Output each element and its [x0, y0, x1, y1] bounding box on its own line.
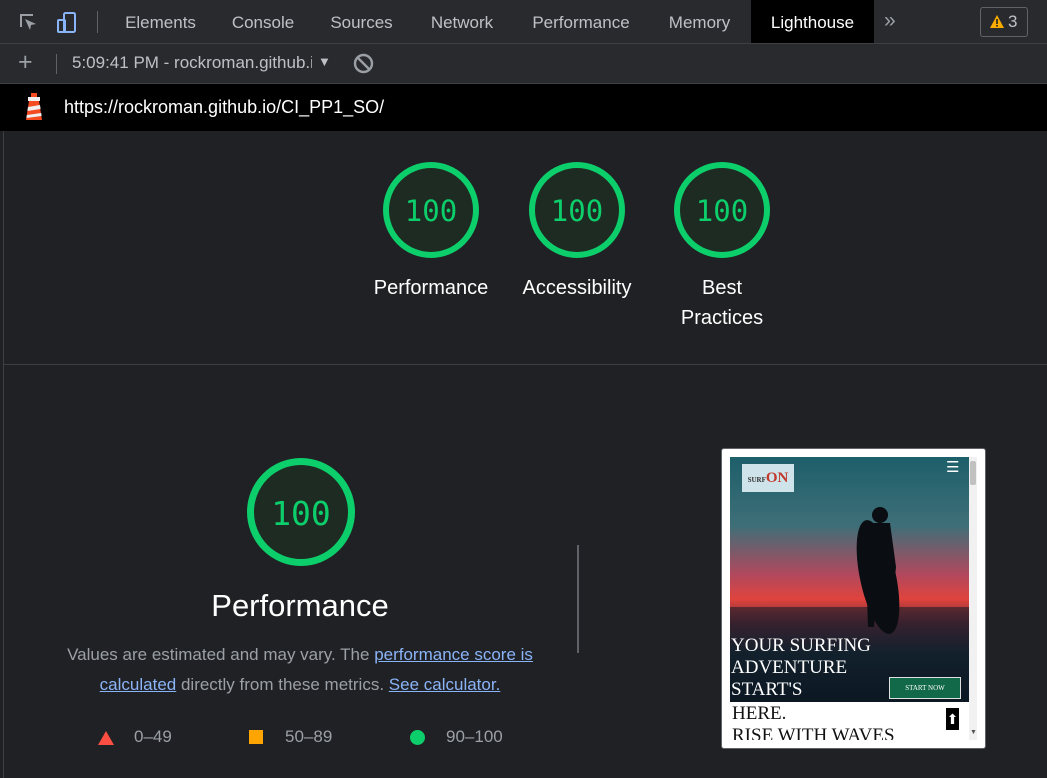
- gauge-score: 100: [404, 194, 458, 228]
- tab-console[interactable]: Console: [218, 0, 308, 43]
- warning-icon: [990, 15, 1004, 28]
- hero-subtext: HERE. RISE WITH WAVES: [732, 703, 895, 740]
- description-text: Values are estimated and may vary. The: [67, 645, 375, 664]
- inspect-element-icon[interactable]: [17, 11, 41, 35]
- report-select-value: 5:09:41 PM - rockroman.github.io: [72, 53, 312, 72]
- new-report-button[interactable]: +: [18, 48, 33, 77]
- gauge-best-practices[interactable]: 100: [674, 162, 770, 258]
- warnings-count: 3: [1008, 12, 1018, 31]
- clear-reports-icon[interactable]: [353, 53, 374, 79]
- legend-fail-range: 0–49: [134, 727, 172, 746]
- see-calculator-link[interactable]: See calculator.: [389, 675, 501, 694]
- vertical-divider: [577, 545, 579, 653]
- screenshot-scrollbar: ▼: [969, 457, 977, 740]
- tab-performance[interactable]: Performance: [518, 0, 644, 43]
- final-screenshot[interactable]: SURFON ☰ YOUR SURFING ADVENTURE START'S …: [721, 448, 986, 749]
- hero-headline: YOUR SURFING ADVENTURE START'S: [731, 635, 871, 700]
- report-select[interactable]: 5:09:41 PM - rockroman.github.io ▼: [72, 53, 334, 75]
- tab-elements[interactable]: Elements: [110, 0, 211, 43]
- gauge-score: 100: [695, 194, 749, 228]
- gauge-performance[interactable]: 100: [383, 162, 479, 258]
- pass-circle-icon: [410, 730, 425, 745]
- toolbar-divider: [97, 11, 98, 33]
- report-url[interactable]: https://rockroman.github.io/CI_PP1_SO/: [64, 97, 384, 118]
- gauge-label-best-practices: Best Practices: [680, 277, 764, 329]
- screenshot-page: SURFON ☰ YOUR SURFING ADVENTURE START'S …: [730, 457, 969, 740]
- report-url-bar: https://rockroman.github.io/CI_PP1_SO/: [0, 84, 1047, 131]
- lighthouse-toolbar: + 5:09:41 PM - rockroman.github.io ▼: [0, 44, 1047, 84]
- hero-image: SURFON ☰ YOUR SURFING ADVENTURE START'S …: [730, 457, 969, 702]
- legend-average-range: 50–89: [285, 727, 333, 746]
- toolbar-divider: [56, 54, 57, 74]
- performance-gauge: 100: [247, 458, 355, 566]
- scroll-top-arrow-icon: ⬆: [945, 707, 960, 731]
- surfon-logo: SURFON: [742, 464, 794, 492]
- scroll-down-arrow-icon: ▼: [970, 729, 977, 736]
- legend-pass-range: 90–100: [446, 727, 503, 746]
- panel-border: [3, 131, 4, 778]
- description-text: directly from these metrics.: [176, 675, 389, 694]
- performance-description: Values are estimated and may vary. The p…: [50, 640, 550, 700]
- devtools-tab-bar: Elements Console Sources Network Perform…: [0, 0, 1047, 44]
- logo-small-text: SURF: [747, 476, 766, 484]
- start-now-button: START NOW: [889, 677, 961, 699]
- performance-title: Performance: [211, 588, 389, 623]
- hamburger-menu-icon: ☰: [946, 459, 960, 476]
- tab-lighthouse[interactable]: Lighthouse: [751, 0, 874, 43]
- tab-sources[interactable]: Sources: [316, 0, 407, 43]
- logo-big-text: ON: [765, 470, 789, 486]
- tab-memory[interactable]: Memory: [652, 0, 747, 43]
- fail-triangle-icon: [98, 731, 114, 745]
- tab-network[interactable]: Network: [414, 0, 510, 43]
- warnings-badge[interactable]: 3: [980, 7, 1028, 37]
- scrollbar-thumb: [970, 461, 976, 485]
- lighthouse-logo-icon: [23, 93, 45, 126]
- performance-score: 100: [271, 494, 331, 533]
- section-divider: [4, 364, 1047, 365]
- average-square-icon: [249, 730, 263, 744]
- gauge-accessibility[interactable]: 100: [529, 162, 625, 258]
- device-toolbar-icon[interactable]: [55, 11, 79, 35]
- more-tabs-icon[interactable]: »: [884, 9, 896, 33]
- gauge-label-performance: Performance: [373, 277, 489, 299]
- gauge-label-accessibility: Accessibility: [522, 277, 632, 299]
- gauge-score: 100: [550, 194, 604, 228]
- chevron-down-icon: ▼: [318, 54, 331, 69]
